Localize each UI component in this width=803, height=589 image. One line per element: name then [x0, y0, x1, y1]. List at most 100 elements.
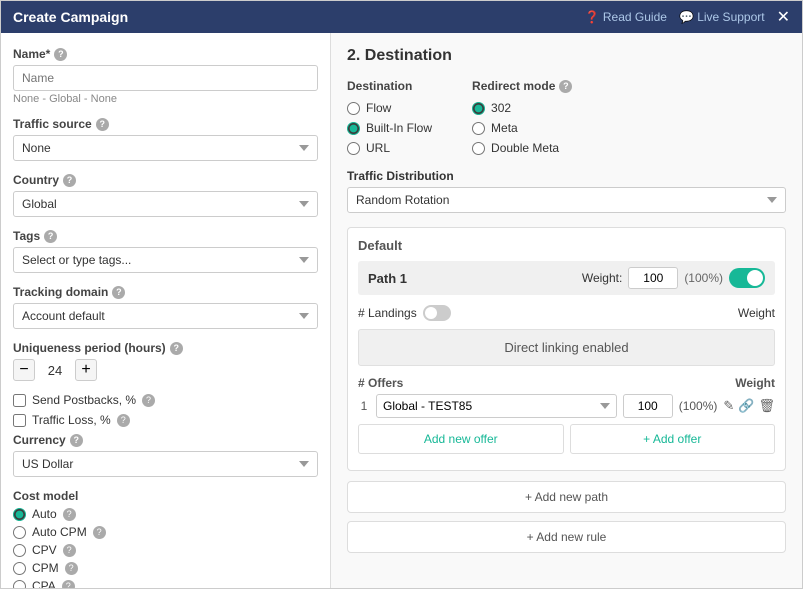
send-postbacks-label: Send Postbacks, %	[32, 393, 136, 407]
auto-help-icon[interactable]: ?	[63, 508, 76, 521]
dest-builtin-radio[interactable]	[347, 122, 360, 135]
name-input[interactable]	[13, 65, 318, 91]
offers-num-label: # Offers	[358, 376, 403, 390]
offer-edit-icon[interactable]: ✎	[723, 398, 734, 414]
traffic-loss-row: Traffic Loss, % ?	[13, 413, 318, 427]
landings-left: # Landings	[358, 305, 451, 321]
cost-model-auto[interactable]: Auto ?	[13, 507, 318, 521]
uniqueness-decrement-button[interactable]: −	[13, 359, 35, 381]
offer-pct: (100%)	[679, 399, 718, 413]
cost-model-label: Cost model	[13, 489, 318, 503]
cpa-help-icon[interactable]: ?	[62, 580, 75, 589]
add-new-offer-button[interactable]: Add new offer	[358, 424, 564, 454]
landings-weight-label: Weight	[738, 306, 775, 320]
traffic-dist-select[interactable]: Random Rotation	[347, 187, 786, 213]
cost-model-cpa-radio[interactable]	[13, 580, 26, 589]
tags-select[interactable]: Select or type tags...	[13, 247, 318, 273]
redirect-col: Redirect mode ? 302 Meta Double Meta	[472, 79, 572, 155]
uniqueness-help-icon[interactable]: ?	[170, 342, 183, 355]
cost-model-cpv-radio[interactable]	[13, 544, 26, 557]
offer-delete-icon[interactable]: 🗑	[758, 398, 775, 414]
country-help-icon[interactable]: ?	[63, 174, 76, 187]
name-help-icon[interactable]: ?	[54, 48, 67, 61]
uniqueness-group: Uniqueness period (hours) ? − 24 +	[13, 341, 318, 381]
dest-builtin-option[interactable]: Built-In Flow	[347, 121, 432, 135]
live-support-link[interactable]: 💬 Live Support	[679, 10, 765, 24]
tags-label: Tags ?	[13, 229, 318, 243]
landings-toggle[interactable]	[423, 305, 451, 321]
offer-link-icon[interactable]: 🔗	[738, 398, 754, 414]
traffic-loss-help-icon[interactable]: ?	[117, 414, 130, 427]
path-pct: (100%)	[684, 271, 723, 285]
tags-group: Tags ? Select or type tags...	[13, 229, 318, 273]
tracking-domain-group: Tracking domain ? Account default	[13, 285, 318, 329]
cost-model-auto-cpm-radio[interactable]	[13, 526, 26, 539]
currency-label: Currency ?	[13, 433, 318, 447]
name-hint: None - Global - None	[13, 93, 318, 105]
traffic-loss-checkbox[interactable]	[13, 414, 26, 427]
send-postbacks-checkbox[interactable]	[13, 394, 26, 407]
offers-header: # Offers Weight	[358, 374, 775, 394]
direct-linking-box: Direct linking enabled	[358, 329, 775, 366]
add-offer-row: Add new offer + Add offer	[358, 424, 775, 454]
window-title: Create Campaign	[13, 9, 128, 25]
tracking-domain-help-icon[interactable]: ?	[112, 286, 125, 299]
country-label: Country ?	[13, 173, 318, 187]
send-postbacks-help-icon[interactable]: ?	[142, 394, 155, 407]
uniqueness-value: 24	[43, 363, 67, 378]
cpm-help-icon[interactable]: ?	[65, 562, 78, 575]
dest-url-radio[interactable]	[347, 142, 360, 155]
currency-group: Currency ? US Dollar	[13, 433, 318, 477]
add-offer-button[interactable]: + Add offer	[570, 424, 776, 454]
cost-model-cpv[interactable]: CPV ?	[13, 543, 318, 557]
send-postbacks-row: Send Postbacks, % ?	[13, 393, 318, 407]
currency-help-icon[interactable]: ?	[70, 434, 83, 447]
uniqueness-increment-button[interactable]: +	[75, 359, 97, 381]
redirect-double-meta-radio[interactable]	[472, 142, 485, 155]
offer-num: 1	[358, 399, 370, 413]
offer-select[interactable]: Global - TEST85	[376, 394, 617, 418]
name-group: Name* ? None - Global - None	[13, 47, 318, 105]
path-weight-input[interactable]	[628, 267, 678, 289]
currency-select[interactable]: US Dollar	[13, 451, 318, 477]
dest-flow-option[interactable]: Flow	[347, 101, 432, 115]
redirect-302-radio[interactable]	[472, 102, 485, 115]
redirect-double-meta-option[interactable]: Double Meta	[472, 141, 572, 155]
traffic-source-help-icon[interactable]: ?	[96, 118, 109, 131]
add-new-rule-button[interactable]: + Add new rule	[347, 521, 786, 553]
redirect-302-option[interactable]: 302	[472, 101, 572, 115]
dest-flow-radio[interactable]	[347, 102, 360, 115]
redirect-meta-option[interactable]: Meta	[472, 121, 572, 135]
close-button[interactable]: ✕	[777, 7, 790, 27]
cost-model-cpm-radio[interactable]	[13, 562, 26, 575]
titlebar: Create Campaign ❓ Read Guide 💬 Live Supp…	[1, 1, 802, 33]
cpv-help-icon[interactable]: ?	[63, 544, 76, 557]
weight-label: Weight:	[582, 271, 622, 285]
cost-model-cpa[interactable]: CPA ?	[13, 579, 318, 588]
auto-cpm-help-icon[interactable]: ?	[93, 526, 106, 539]
traffic-source-group: Traffic source ? None	[13, 117, 318, 161]
left-panel: Name* ? None - Global - None Traffic sou…	[1, 33, 331, 588]
uniqueness-label: Uniqueness period (hours) ?	[13, 341, 318, 355]
landings-row: # Landings Weight	[358, 301, 775, 325]
tracking-domain-select[interactable]: Account default	[13, 303, 318, 329]
read-guide-link[interactable]: ❓ Read Guide	[585, 10, 667, 24]
dest-url-option[interactable]: URL	[347, 141, 432, 155]
tags-help-icon[interactable]: ?	[44, 230, 57, 243]
cost-model-cpm[interactable]: CPM ?	[13, 561, 318, 575]
country-group: Country ? Global	[13, 173, 318, 217]
offer-weight-input[interactable]	[623, 394, 673, 418]
offer-actions: ✎ 🔗 🗑	[723, 398, 775, 414]
main-content: Name* ? None - Global - None Traffic sou…	[1, 33, 802, 588]
country-select[interactable]: Global	[13, 191, 318, 217]
cost-model-auto-radio[interactable]	[13, 508, 26, 521]
redirect-help-icon[interactable]: ?	[559, 80, 572, 93]
cost-model-auto-cpm[interactable]: Auto CPM ?	[13, 525, 318, 539]
path-toggle[interactable]	[729, 268, 765, 288]
redirect-meta-radio[interactable]	[472, 122, 485, 135]
add-new-path-button[interactable]: + Add new path	[347, 481, 786, 513]
traffic-source-select[interactable]: None	[13, 135, 318, 161]
titlebar-actions: ❓ Read Guide 💬 Live Support ✕	[585, 7, 790, 27]
dest-redirect-row: Destination Flow Built-In Flow URL	[347, 79, 786, 155]
section-title: 2. Destination	[347, 47, 786, 65]
